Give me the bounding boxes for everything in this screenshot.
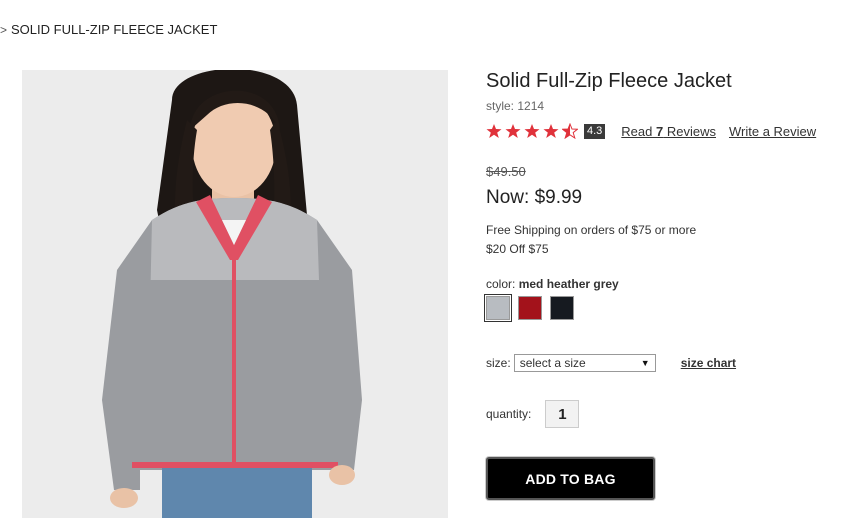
add-to-bag-button[interactable]: ADD TO BAG	[486, 457, 655, 500]
swatch-med-heather-grey[interactable]	[484, 294, 512, 322]
discount-promo: $20 Off $75	[486, 242, 549, 256]
star-full-icon	[524, 124, 540, 138]
product-title: Solid Full-Zip Fleece Jacket	[486, 70, 732, 92]
product-page: > SOLID FULL-ZIP FLEECE JACKET Solid Ful…	[0, 0, 863, 518]
color-label: color: med heather grey	[486, 277, 619, 291]
write-review-link[interactable]: Write a Review	[729, 124, 816, 139]
size-chart-link[interactable]: size chart	[681, 356, 736, 370]
read-reviews-suffix: Reviews	[663, 123, 716, 139]
read-reviews-prefix: Read	[621, 123, 656, 139]
swatch-red[interactable]	[518, 296, 542, 320]
star-full-icon	[505, 124, 521, 138]
free-shipping-promo: Free Shipping on orders of $75 or more	[486, 223, 697, 237]
product-image[interactable]	[22, 70, 448, 518]
style-number: style: 1214	[486, 99, 545, 113]
dropdown-arrow-icon: ▼	[640, 358, 650, 368]
read-reviews-link[interactable]: Read 7 Reviews	[621, 124, 716, 139]
model-photo-illustration	[22, 70, 448, 518]
rating-value-badge: 4.3	[584, 123, 606, 139]
breadcrumb-separator: >	[0, 22, 8, 37]
color-label-text: color:	[486, 277, 519, 291]
star-half-icon	[562, 123, 578, 139]
color-swatches	[484, 294, 574, 322]
selected-color-name: med heather grey	[518, 277, 619, 291]
star-rating	[486, 123, 578, 139]
breadcrumb: > SOLID FULL-ZIP FLEECE JACKET	[0, 22, 217, 37]
rating-row: 4.3 Read 7 Reviews Write a Review	[486, 123, 816, 139]
star-full-icon	[543, 124, 559, 138]
size-select[interactable]: select a size ▼	[513, 354, 656, 372]
size-select-value: select a size	[519, 356, 586, 370]
breadcrumb-current: SOLID FULL-ZIP FLEECE JACKET	[11, 22, 218, 37]
sale-price: Now: $9.99	[486, 187, 583, 208]
original-price: $49.50	[486, 164, 526, 179]
quantity-input[interactable]: 1	[545, 400, 580, 428]
swatch-black[interactable]	[550, 296, 574, 320]
size-row: size: select a size ▼ size chart	[486, 354, 736, 372]
quantity-row: quantity: 1	[486, 400, 580, 428]
quantity-label: quantity:	[486, 407, 532, 421]
star-full-icon	[486, 124, 502, 138]
size-label: size:	[486, 356, 511, 370]
